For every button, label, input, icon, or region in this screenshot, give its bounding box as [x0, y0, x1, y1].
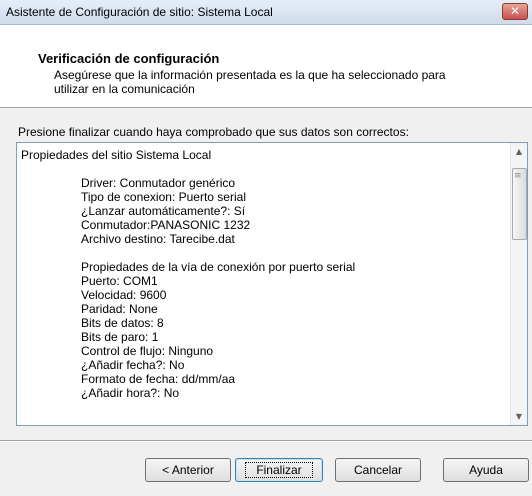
close-button[interactable]: ✕	[502, 3, 528, 20]
summary-line: Archivo destino: Tarecibe.dat	[81, 232, 235, 246]
finish-button[interactable]: Finalizar	[235, 458, 323, 482]
scroll-up-icon[interactable]: ▲	[511, 143, 527, 160]
page-title: Verificación de configuración	[38, 51, 220, 66]
scroll-down-icon[interactable]: ▼	[511, 408, 527, 425]
summary-textbox[interactable]: Propiedades del sitio Sistema Local Driv…	[16, 142, 528, 426]
window-title: Asistente de Configuración de sitio: Sis…	[6, 5, 273, 19]
summary-line: Driver: Conmutador genérico	[81, 176, 236, 190]
page-description: Asegúrese que la información presentada …	[54, 68, 446, 96]
cancel-button[interactable]: Cancelar	[335, 458, 421, 482]
back-button[interactable]: < Anterior	[145, 458, 231, 482]
summary-line: Formato de fecha: dd/mm/aa	[81, 372, 236, 386]
summary-content: Propiedades del sitio Sistema Local Driv…	[17, 143, 510, 425]
summary-line: Paridad: None	[81, 302, 158, 316]
serial-heading: Propiedades de la vía de conexión por pu…	[81, 260, 356, 274]
finish-button-label: Finalizar	[245, 462, 313, 478]
properties-heading: Propiedades del sitio Sistema Local	[21, 148, 212, 162]
wizard-header: Verificación de configuración Asegúrese …	[0, 25, 532, 108]
wizard-window: Asistente de Configuración de sitio: Sis…	[0, 0, 532, 496]
summary-line: Bits de datos: 8	[81, 316, 164, 330]
summary-line: Control de flujo: Ninguno	[81, 344, 214, 358]
summary-line: ¿Añadir hora?: No	[81, 386, 180, 400]
summary-line: Tipo de conexion: Puerto serial	[81, 190, 246, 204]
summary-line: Conmutador:PANASONIC 1232	[81, 218, 251, 232]
close-icon: ✕	[509, 4, 521, 18]
title-bar: Asistente de Configuración de sitio: Sis…	[0, 0, 532, 25]
help-button[interactable]: Ayuda	[443, 458, 529, 482]
summary-line: ¿Añadir fecha?: No	[81, 358, 185, 372]
grip-icon: ≡	[514, 171, 522, 181]
summary-line: Bits de paro: 1	[81, 330, 159, 344]
vertical-scrollbar[interactable]: ▲ ≡ ▼	[510, 143, 527, 425]
summary-line: Velocidad: 9600	[81, 288, 167, 302]
summary-line: ¿Lanzar automáticamente?: Sí	[81, 204, 246, 218]
summary-line: Puerto: COM1	[81, 274, 158, 288]
instruction-text: Presione finalizar cuando haya comprobad…	[18, 125, 409, 139]
footer-separator	[0, 440, 532, 442]
